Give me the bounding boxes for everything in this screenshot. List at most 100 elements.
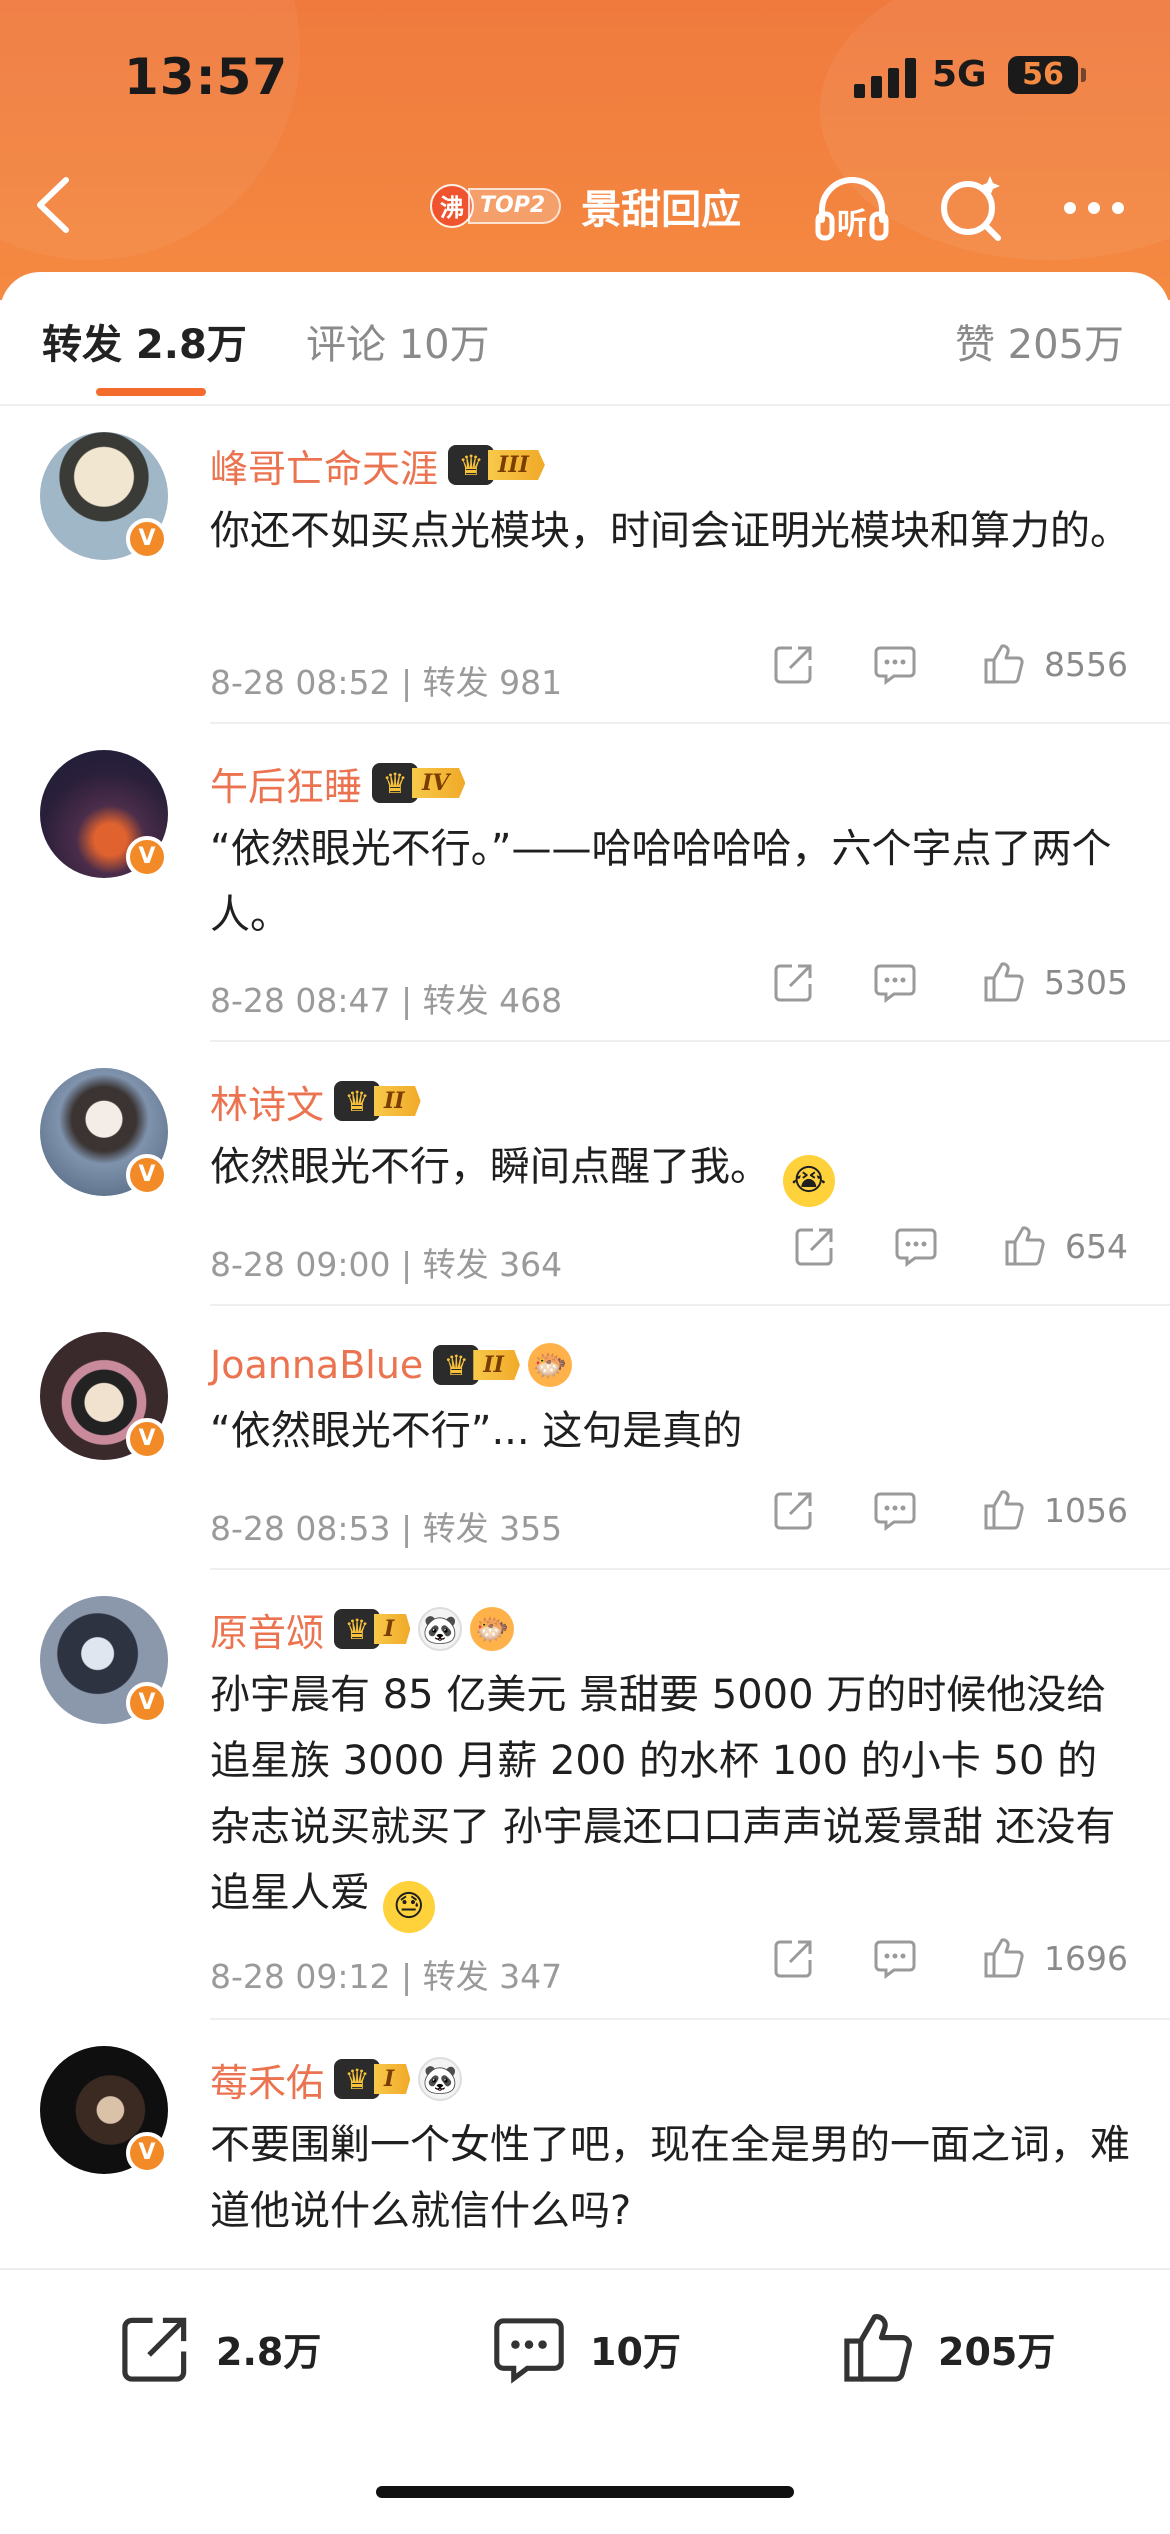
more-button[interactable] <box>1054 168 1134 248</box>
name-row: 峰哥亡命天涯 ♛ III <box>210 438 545 493</box>
status-time: 13:57 <box>124 48 289 106</box>
share-button[interactable] <box>772 1488 816 1532</box>
fish-icon: 🐡 <box>527 1343 572 1387</box>
sweat-emoji-icon: 😓 <box>382 1881 435 1933</box>
verified-badge-icon: V <box>126 1154 168 1196</box>
repost-text: 不要围剿一个女性了吧，现在全是男的一面之词，难道他说什么就信什么吗? <box>210 2122 1130 2234</box>
list-item: V 莓禾佑 ♛ I 🐼 不要围剿一个女性了吧，现在全是男的一面之词，难道他说什么就… <box>0 2020 1170 2280</box>
action-row: 1696 <box>772 1936 1128 1980</box>
panda-icon: 🐼 <box>418 1607 463 1651</box>
share-icon <box>774 646 812 684</box>
list-item: V 林诗文 ♛ II 依然眼光不行，瞬间点醒了我。 😭 8-28 09:00 | … <box>0 1042 1170 1306</box>
crown-level-icon: ♛ IV <box>372 763 466 803</box>
comment-button[interactable] <box>872 1936 918 1980</box>
crown-level-icon: ♛ I <box>334 2059 411 2099</box>
like-count: 8556 <box>1044 644 1128 684</box>
username[interactable]: 林诗文 <box>210 1074 324 1129</box>
list-item: V 原音颂 ♛ I 🐼 🐡 孙宇晨有 85 亿美元 景甜要 5000 万的时候他没… <box>0 1570 1170 2020</box>
thumbs-up-icon <box>984 644 1024 684</box>
avatar[interactable]: V <box>40 432 168 560</box>
headphones-icon: 听 <box>815 177 889 242</box>
like-button[interactable]: 1056 <box>982 1488 1128 1532</box>
search-icon <box>941 176 1001 241</box>
repost-meta: 8-28 08:47 | 转发 468 <box>210 981 563 1020</box>
comment-button[interactable] <box>872 1488 918 1532</box>
name-row: 原音颂 ♛ I 🐼 🐡 <box>210 1602 515 1657</box>
avatar[interactable]: V <box>40 750 168 878</box>
like-count: 1056 <box>1044 1490 1128 1530</box>
top-header: 13:57 5G 56 沸 TOP2 景甜回应 听 <box>0 0 1170 300</box>
signal-icon <box>854 58 916 98</box>
back-button[interactable] <box>26 170 86 240</box>
username[interactable]: 午后狂睡 <box>210 756 362 811</box>
comment-icon <box>494 2318 564 2384</box>
repost-meta: 8-28 08:52 | 转发 981 <box>210 663 563 702</box>
name-row: 午后狂睡 ♛ IV <box>210 756 466 811</box>
avatar[interactable]: V <box>40 1332 168 1460</box>
comment-button[interactable] <box>893 1224 939 1268</box>
bottom-comment-button[interactable]: 10万 <box>490 2310 681 2386</box>
hot-rank-badge: 沸 TOP2 <box>430 184 562 228</box>
thumbs-up-icon <box>984 1938 1024 1978</box>
topic-header[interactable]: 沸 TOP2 景甜回应 <box>430 176 741 236</box>
panda-icon: 🐼 <box>418 2057 463 2101</box>
username[interactable]: 原音颂 <box>210 1602 324 1657</box>
repost-text: 孙宇晨有 85 亿美元 景甜要 5000 万的时候他没给 追星族 3000 月薪… <box>210 1662 1130 1933</box>
username[interactable]: 莓禾佑 <box>210 2052 324 2107</box>
bottom-comment-count: 10万 <box>590 2329 681 2374</box>
crown-level-icon: ♛ I <box>334 1609 411 1649</box>
repost-text: 依然眼光不行，瞬间点醒了我。 😭 <box>210 1134 1130 1207</box>
like-count: 654 <box>1065 1226 1128 1266</box>
crying-emoji-icon: 😭 <box>782 1155 835 1207</box>
list-item: V 午后狂睡 ♛ IV “依然眼光不行。”——哈哈哈哈哈，六个字点了两个人。 8-… <box>0 724 1170 1042</box>
more-dots-icon <box>1064 202 1124 214</box>
repost-text: “依然眼光不行”... 这句是真的 <box>210 1408 743 1454</box>
repost-meta: 8-28 09:12 | 转发 347 <box>210 1957 563 1996</box>
avatar[interactable]: V <box>40 1596 168 1724</box>
comment-button[interactable] <box>872 960 918 1004</box>
username[interactable]: 峰哥亡命天涯 <box>210 438 438 493</box>
tab-bar: 转发 2.8万 评论 10万 赞 205万 <box>0 272 1170 406</box>
chevron-left-icon <box>37 177 69 233</box>
verified-badge-icon: V <box>126 1418 168 1460</box>
comment-button[interactable] <box>872 642 918 686</box>
fish-icon: 🐡 <box>470 1607 515 1651</box>
battery-icon: 56 <box>1008 56 1086 94</box>
crown-level-icon: ♛ III <box>448 445 545 485</box>
verified-badge-icon: V <box>126 2132 168 2174</box>
like-button[interactable]: 5305 <box>982 960 1128 1004</box>
search-button[interactable] <box>932 168 1012 248</box>
comment-icon <box>874 646 916 685</box>
listen-button[interactable]: 听 <box>812 168 892 248</box>
list-item: V 峰哥亡命天涯 ♛ III 你还不如买点光模块，时间会证明光模块和算力的。 8-… <box>0 406 1170 724</box>
share-button[interactable] <box>772 642 816 686</box>
share-icon <box>774 1492 812 1530</box>
verified-badge-icon: V <box>126 836 168 878</box>
share-button[interactable] <box>772 1936 816 1980</box>
share-button[interactable] <box>793 1224 837 1268</box>
comment-icon <box>874 1940 916 1979</box>
tab-like[interactable]: 赞 205万 <box>955 312 1124 370</box>
avatar[interactable]: V <box>40 2046 168 2174</box>
crown-level-icon: ♛ II <box>433 1345 520 1385</box>
tab-repost[interactable]: 转发 2.8万 <box>42 312 247 370</box>
tab-comment[interactable]: 评论 10万 <box>306 312 490 370</box>
rank-label: TOP2 <box>468 188 562 224</box>
action-row: 5305 <box>772 960 1128 1004</box>
name-row: 林诗文 ♛ II <box>210 1074 421 1129</box>
bottom-repost-button[interactable]: 2.8万 <box>118 2310 321 2386</box>
share-icon <box>122 2317 187 2382</box>
thumbs-up-icon <box>1005 1226 1045 1266</box>
topic-title: 景甜回应 <box>581 187 742 233</box>
like-button[interactable]: 654 <box>1003 1224 1128 1268</box>
like-button[interactable]: 8556 <box>982 642 1128 686</box>
username[interactable]: JoannaBlue <box>210 1343 423 1387</box>
like-count: 5305 <box>1044 962 1128 1002</box>
avatar[interactable]: V <box>40 1068 168 1196</box>
like-button[interactable]: 1696 <box>982 1936 1128 1980</box>
bottom-like-button[interactable]: 205万 <box>840 2310 1055 2386</box>
action-row: 654 <box>793 1224 1128 1268</box>
home-indicator[interactable] <box>376 2486 794 2498</box>
share-button[interactable] <box>772 960 816 1004</box>
repost-text: “依然眼光不行。”——哈哈哈哈哈，六个字点了两个人。 <box>210 826 1112 938</box>
